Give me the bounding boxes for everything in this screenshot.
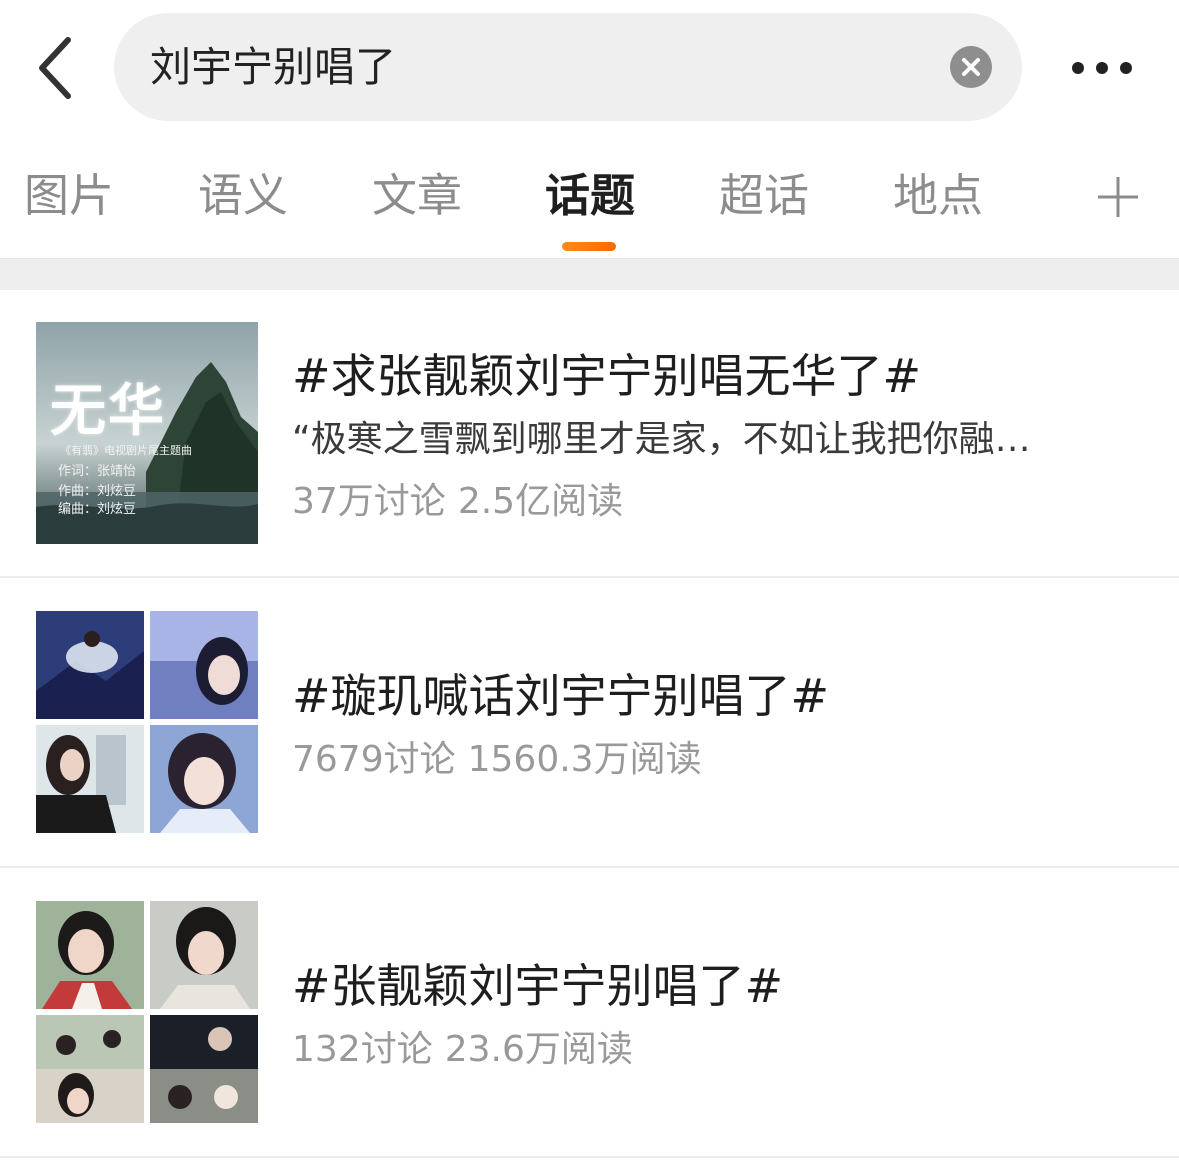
back-button[interactable] (30, 30, 86, 106)
tab-places[interactable]: 地点 (893, 166, 983, 226)
tab-images[interactable]: 图片 (24, 166, 114, 226)
poster-credit-arranger: 编曲：刘炫豆 (58, 502, 137, 517)
topic-result-1[interactable]: 无华 《有翡》电视剧片尾主题曲 作词：张靖怡 作曲：刘炫豆 编曲：刘炫豆 #求张… (0, 290, 1179, 578)
discussion-count: 37万讨论 (292, 481, 446, 522)
topic-thumbnail-grid (36, 901, 258, 1123)
poster-credit-lyrics: 作词：张靖怡 (58, 464, 137, 479)
search-query[interactable]: 刘宇宁别唱了 (150, 13, 396, 121)
topic-thumbnail-grid (36, 611, 258, 833)
discussion-count: 7679讨论 (292, 739, 456, 780)
thumbnail-image (150, 611, 258, 719)
thumbnail-image (150, 1015, 258, 1123)
section-separator (0, 258, 1179, 290)
topic-stats: 7679讨论 1560.3万阅读 (292, 736, 714, 784)
poster-credit-composer: 作曲：刘炫豆 (58, 484, 137, 499)
topic-stats: 37万讨论 2.5亿阅读 (292, 478, 635, 526)
poster-subtitle: 《有翡》电视剧片尾主题曲 (60, 444, 192, 457)
tab-super-topics[interactable]: 超话 (719, 166, 809, 226)
discussion-count: 132讨论 (292, 1029, 433, 1070)
more-dots-icon (1072, 62, 1132, 74)
search-input[interactable]: 刘宇宁别唱了 (114, 13, 1022, 121)
top-bar: 刘宇宁别唱了 (0, 0, 1179, 136)
more-options-button[interactable] (1064, 50, 1144, 86)
filter-tabs: 图片 语义 文章 话题 超话 地点 (0, 138, 1179, 258)
thumbnail-image (36, 725, 144, 833)
read-count: 23.6万阅读 (444, 1029, 633, 1070)
clear-search-button[interactable] (950, 46, 992, 88)
thumbnail-image (36, 1015, 144, 1123)
topic-stats: 132讨论 23.6万阅读 (292, 1026, 645, 1074)
thumbnail-image (150, 725, 258, 833)
topic-result-2[interactable]: #璇玑喊话刘宇宁别唱了# 7679讨论 1560.3万阅读 (0, 578, 1179, 868)
tab-articles[interactable]: 文章 (372, 166, 462, 226)
thumbnail-image (150, 901, 258, 1009)
thumbnail-image (36, 611, 144, 719)
poster-title: 无华 (50, 378, 166, 444)
close-icon (962, 58, 980, 76)
topic-result-3[interactable]: #张靓颖刘宇宁别唱了# 132讨论 23.6万阅读 (0, 868, 1179, 1158)
tab-topics[interactable]: 话题 (545, 166, 635, 226)
topic-title[interactable]: #璇玑喊话刘宇宁别唱了# (292, 666, 829, 726)
row-divider (0, 1156, 1179, 1158)
add-tab-button[interactable] (1096, 175, 1140, 219)
active-tab-indicator (562, 242, 616, 251)
plus-icon (1098, 177, 1138, 217)
chevron-left-icon (39, 37, 71, 99)
topic-title[interactable]: #求张靓颖刘宇宁别唱无华了# (292, 346, 921, 406)
thumbnail-image (36, 901, 144, 1009)
tab-semantic[interactable]: 语义 (198, 166, 288, 226)
read-count: 1560.3万阅读 (467, 739, 702, 780)
read-count: 2.5亿阅读 (457, 481, 624, 522)
topic-description: “极寒之雪飘到哪里才是家，不如让我把你融… (292, 419, 1031, 460)
topic-title[interactable]: #张靓颖刘宇宁别唱了# (292, 956, 783, 1016)
topic-thumbnail: 无华 《有翡》电视剧片尾主题曲 作词：张靖怡 作曲：刘炫豆 编曲：刘炫豆 (36, 322, 258, 544)
